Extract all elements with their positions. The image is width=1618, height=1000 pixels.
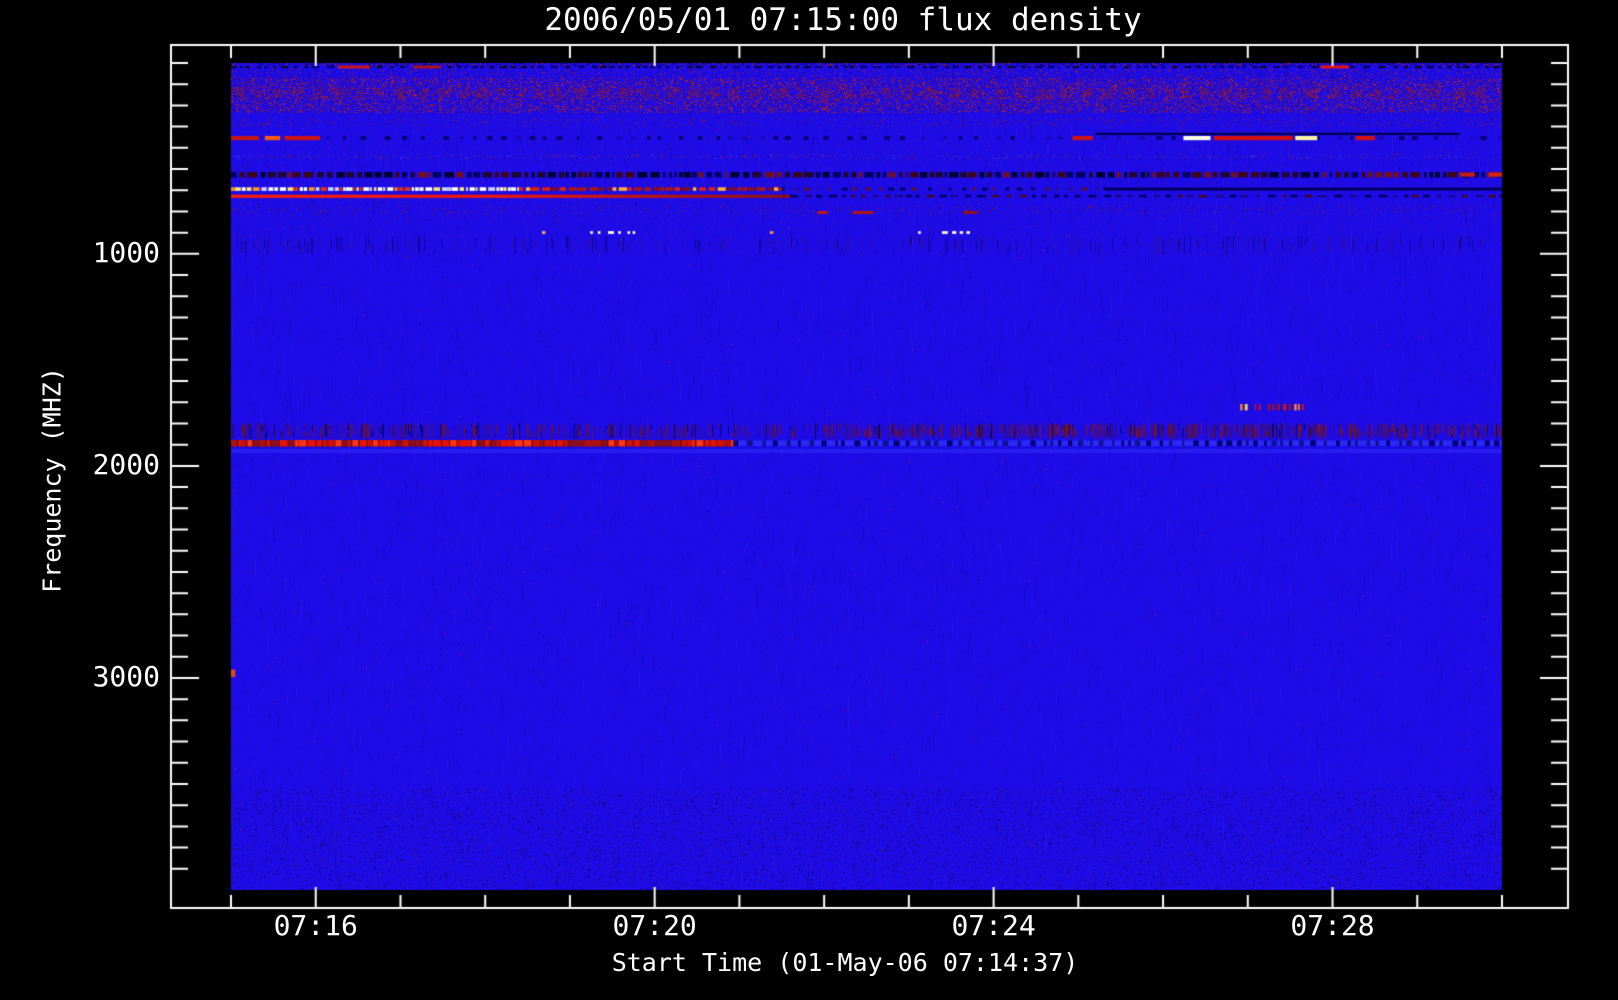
y-tick-label: 2000 bbox=[92, 447, 160, 481]
y-tick-label: 3000 bbox=[92, 659, 160, 693]
x-tick-label: 07:28 bbox=[1290, 909, 1375, 942]
spectrogram-canvas bbox=[0, 0, 1618, 1000]
y-tick-label: 1000 bbox=[92, 235, 160, 269]
plot-title: 2006/05/01 07:15:00 flux density bbox=[544, 2, 1142, 38]
x-tick-label: 07:24 bbox=[951, 909, 1036, 942]
y-axis-label: Frequency (MHZ) bbox=[37, 367, 67, 593]
spectrogram-figure: 2006/05/01 07:15:00 flux density Frequen… bbox=[0, 0, 1618, 1000]
x-tick-label: 07:20 bbox=[612, 909, 697, 942]
x-axis-label: Start Time (01-May-06 07:14:37) bbox=[611, 948, 1079, 977]
x-tick-label: 07:16 bbox=[273, 909, 358, 942]
